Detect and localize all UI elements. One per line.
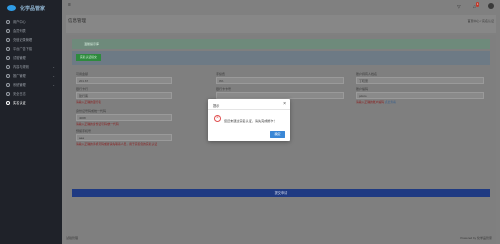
bell-icon[interactable]: ♫ 1 xyxy=(473,1,479,9)
sidebar-item-label: 充值记录管理 xyxy=(13,38,33,42)
brand[interactable]: 化学品管家 xyxy=(0,0,62,16)
filter-icon[interactable]: ▽ xyxy=(457,4,460,9)
id-no-label: 身份证号码或统一代码 xyxy=(76,109,107,113)
bank-hint: 请输入正确的银行名 xyxy=(76,100,102,104)
notification-badge: 1 xyxy=(476,1,479,7)
dashboard-icon xyxy=(6,19,10,24)
phone-hint: 请输入正确的手机号码或者请先联系人员，用于完善您的实名认证 xyxy=(76,142,158,146)
verify-strip xyxy=(72,51,490,65)
sidebar-item-label: 试验管理 xyxy=(13,56,26,60)
sidebar-item-label: 安全日志 xyxy=(13,92,26,96)
error-icon: × xyxy=(214,115,221,122)
users-icon xyxy=(6,28,10,33)
sidebar-item-experiments[interactable]: 试验管理 xyxy=(0,53,62,62)
bank-label: 银行卡行 xyxy=(76,87,89,91)
sidebar-item-label: 会员列表 xyxy=(13,29,26,33)
sidebar-item-label: 用户中心 xyxy=(13,20,26,24)
rate-field[interactable] xyxy=(216,77,344,84)
phone-label: 预留手机号 xyxy=(76,129,92,133)
submit-button[interactable]: 提交申请 xyxy=(72,189,490,197)
footer-left: 试验管理 xyxy=(66,236,79,240)
phone-field[interactable] xyxy=(76,134,172,141)
bank-code-label: 账户编码 xyxy=(356,87,369,91)
gear-icon xyxy=(6,82,10,87)
sidebar-item-verification[interactable]: 实名认证 xyxy=(0,98,62,107)
bank-field[interactable] xyxy=(76,92,172,99)
file-icon xyxy=(6,64,10,69)
bank-code-hint-text: 请输入正确的账户编码 xyxy=(356,100,384,104)
sidebar-item-label: 平台广告下载 xyxy=(13,47,33,51)
page-header xyxy=(66,15,496,33)
topbar-actions: ▽ ♫ 1 xyxy=(457,1,494,9)
account-name-label: 账户持有人姓名 xyxy=(356,72,378,76)
sidebar-nav: 用户中心 会员列表 充值记录管理 平台广告下载 试验管理 内容与规则 ⌄ 推广管理… xyxy=(0,17,62,107)
dialog-header: 提示 × xyxy=(208,99,290,110)
page-title: 信息管理 xyxy=(68,18,86,23)
flask-icon xyxy=(6,55,10,60)
sidebar-item-label: 推广管理 xyxy=(13,74,26,78)
bank-code-hint: 请输入正确的账户编码 点此查看 xyxy=(356,100,396,104)
card-no-field[interactable] xyxy=(216,92,344,99)
sidebar-item-members[interactable]: 会员列表 xyxy=(0,26,62,35)
account-name-field[interactable] xyxy=(356,77,484,84)
brand-logo-icon xyxy=(7,5,16,11)
balance-label: 可用金额 xyxy=(76,72,89,76)
download-icon xyxy=(6,46,10,51)
menu-toggle-icon[interactable]: ≡ xyxy=(68,3,71,8)
sidebar-item-security-log[interactable]: 安全日志 xyxy=(0,89,62,98)
chevron-down-icon: ⌄ xyxy=(52,82,55,87)
alert-dialog: 提示 × × 您还未通过实名认证，请先完成绑卡！ 确定 xyxy=(208,99,290,141)
close-icon[interactable]: × xyxy=(283,101,286,107)
id-card-icon xyxy=(6,100,10,105)
verify-submit-button[interactable]: 实名认证提交 xyxy=(76,54,101,61)
sidebar-item-user-center[interactable]: 用户中心 xyxy=(0,17,62,26)
dialog-body: × 您还未通过实名认证，请先完成绑卡！ xyxy=(208,110,290,129)
footer-right: Powered by 化学品管家 xyxy=(460,236,492,240)
sidebar-item-label: 系统管理 xyxy=(13,83,26,87)
sidebar-item-content-rules[interactable]: 内容与规则 ⌄ xyxy=(0,62,62,71)
dialog-title: 提示 xyxy=(213,104,220,108)
chevron-down-icon: ⌄ xyxy=(52,73,55,78)
confirm-button[interactable]: 确定 xyxy=(270,131,285,138)
id-no-field[interactable] xyxy=(76,114,172,121)
sidebar-item-label: 内容与规则 xyxy=(13,65,29,69)
bank-code-field[interactable] xyxy=(356,92,484,99)
balance-field[interactable] xyxy=(76,77,172,84)
shield-icon xyxy=(6,91,10,96)
share-icon xyxy=(6,73,10,78)
brand-name: 化学品管家 xyxy=(20,5,46,12)
sidebar-item-recharge[interactable]: 充值记录管理 xyxy=(0,35,62,44)
avatar[interactable] xyxy=(488,3,494,9)
sidebar: 化学品管家 用户中心 会员列表 充值记录管理 平台广告下载 试验管理 内容与规则… xyxy=(0,0,62,244)
sidebar-item-promotion[interactable]: 推广管理 ⌄ xyxy=(0,71,62,80)
id-no-hint: 请输入正确的身份证号码/统一代码 xyxy=(76,122,119,126)
chevron-down-icon: ⌄ xyxy=(52,64,55,69)
card-no-label: 银行卡卡号 xyxy=(216,87,232,91)
info-alert: 温馨提示库 xyxy=(72,39,490,49)
dialog-message: 您还未通过实名认证，请先完成绑卡！ xyxy=(224,118,277,123)
sidebar-item-label: 实名认证 xyxy=(13,101,26,105)
sidebar-item-system[interactable]: 系统管理 ⌄ xyxy=(0,80,62,89)
wallet-icon xyxy=(6,37,10,42)
rate-label: 手续费 xyxy=(216,72,226,76)
breadcrumb[interactable]: 首页中心 / 实名认证 xyxy=(467,19,494,23)
bank-code-help-link[interactable]: 点此查看 xyxy=(385,100,396,104)
topbar: ≡ ▽ ♫ 1 xyxy=(62,0,500,11)
sidebar-item-downloads[interactable]: 平台广告下载 xyxy=(0,44,62,53)
